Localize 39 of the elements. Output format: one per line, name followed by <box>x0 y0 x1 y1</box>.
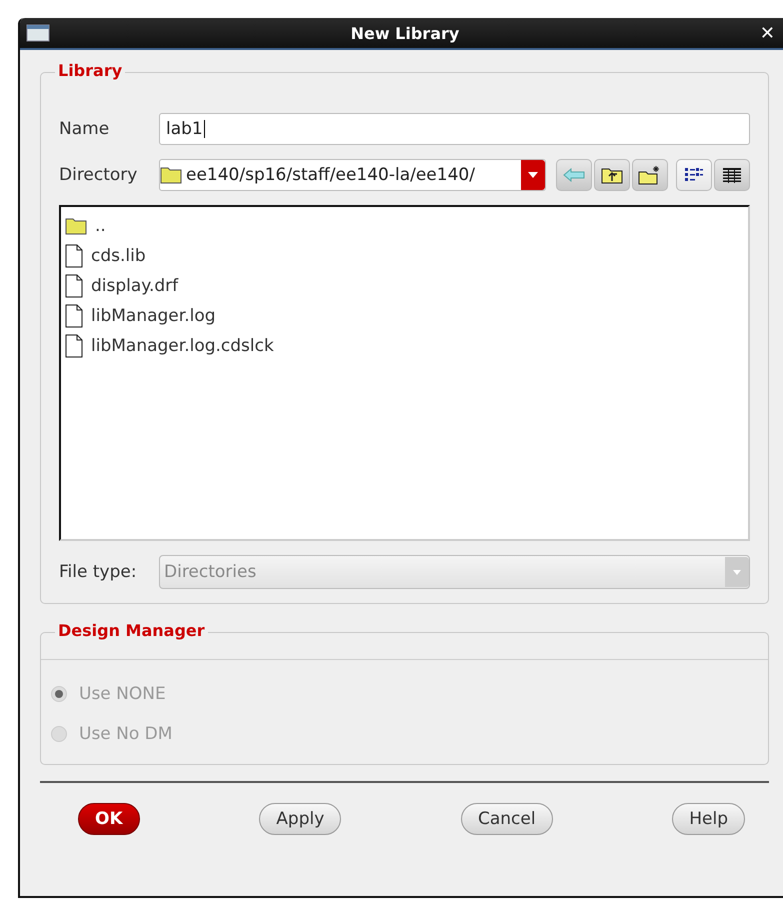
radio-label: Use NONE <box>79 684 166 704</box>
new-folder-icon <box>638 165 662 185</box>
view-toggle-button[interactable] <box>676 159 712 191</box>
folder-icon <box>65 217 87 235</box>
file-type-label: File type: <box>59 562 138 582</box>
name-field[interactable]: lab1 <box>159 113 750 145</box>
folder-up-icon <box>601 166 623 184</box>
file-name[interactable]: display.drf <box>91 276 178 296</box>
directory-label: Directory <box>59 165 138 185</box>
toolbar-button[interactable] <box>594 159 630 191</box>
details-view-icon <box>722 167 742 183</box>
folder-icon <box>160 166 182 184</box>
file-icon <box>65 304 83 328</box>
file-name[interactable]: cds.lib <box>91 246 146 266</box>
dialog-button[interactable]: Help <box>672 803 745 835</box>
window-icon <box>26 24 50 42</box>
group-legend: Library <box>55 61 126 80</box>
group-legend: Design Manager <box>55 621 208 640</box>
file-icon <box>65 334 83 358</box>
name-label: Name <box>59 119 110 139</box>
view-toggle-button[interactable] <box>714 159 750 191</box>
caret-icon <box>528 172 538 178</box>
file-name[interactable]: libManager.log.cdslck <box>91 336 274 356</box>
file-name[interactable]: .. <box>95 216 106 236</box>
toolbar-button[interactable] <box>632 159 668 191</box>
list-view-icon <box>684 167 704 183</box>
dialog-button[interactable]: Apply <box>259 803 342 835</box>
caret-icon <box>733 570 741 574</box>
dialog-button[interactable]: Cancel <box>460 803 553 835</box>
file-icon <box>65 244 83 268</box>
dialog-button[interactable]: OK <box>78 803 140 835</box>
file-list[interactable]: .. cds.lib display.drf libManager.log libManager.log.cdslck <box>59 205 750 541</box>
radio-label: Use No DM <box>79 724 172 744</box>
window-title: New Library <box>350 24 460 42</box>
close-button[interactable]: ✕ <box>760 22 775 44</box>
back-arrow-icon <box>563 168 585 182</box>
directory-combo[interactable]: ee140/sp16/staff/ee140-la/ee140/ <box>159 159 546 191</box>
file-name[interactable]: libManager.log <box>91 306 216 326</box>
file-icon <box>65 274 83 298</box>
